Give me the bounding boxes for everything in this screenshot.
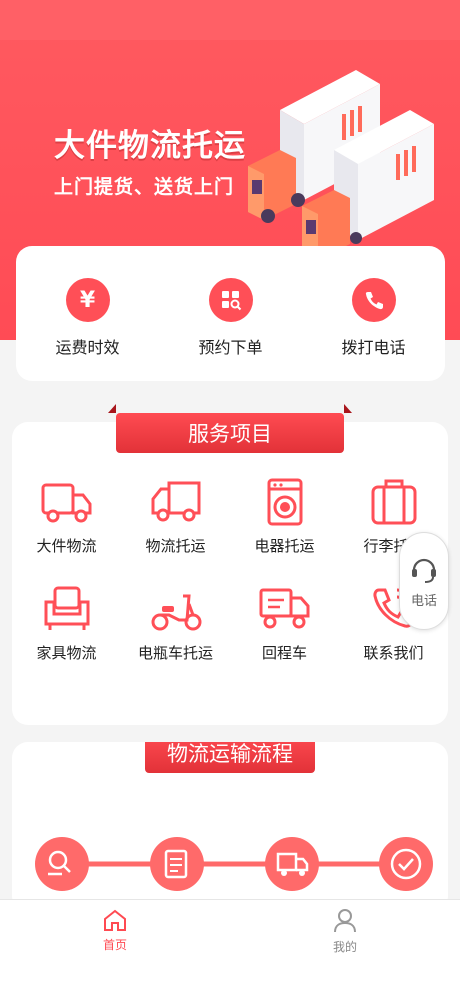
home-icon: [104, 909, 126, 931]
service-item-appliance[interactable]: 电器托运: [230, 477, 339, 556]
washing-machine-icon: [267, 478, 302, 526]
tab-home-label: 首页: [102, 938, 127, 952]
services-section: 服务项目 大件物流 物流托运 电器托运 行李托运 家具物流 电瓶车托运 回程车 …: [12, 404, 448, 725]
hero-subtitle: 上门提货、送货上门: [54, 176, 235, 198]
service-label: 电器托运: [254, 537, 315, 555]
quick-action-book-order[interactable]: 预约下单: [176, 278, 286, 381]
floating-call-button[interactable]: 电话: [399, 532, 449, 630]
yen-icon: ¥: [65, 278, 110, 322]
van-icon: [151, 481, 200, 522]
grid-search-icon: [208, 278, 253, 322]
service-item-freight[interactable]: 物流托运: [121, 477, 230, 556]
service-item-furniture[interactable]: 家具物流: [12, 584, 121, 663]
process-steps: [35, 837, 433, 891]
sofa-icon: [44, 586, 89, 630]
user-icon: [334, 909, 356, 933]
tab-mine-label: 我的: [332, 940, 357, 954]
quick-action-call[interactable]: 拨打电话: [319, 278, 429, 381]
tab-mine[interactable]: 我的: [230, 900, 460, 999]
quick-action-label: 拨打电话: [341, 338, 406, 357]
service-item-ebike[interactable]: 电瓶车托运: [121, 584, 230, 663]
services-title: 服务项目: [108, 404, 352, 453]
scooter-icon: [151, 594, 201, 631]
process-step-search: [35, 837, 89, 891]
service-label: 大件物流: [36, 537, 97, 555]
service-item-return-truck[interactable]: 回程车: [230, 584, 339, 663]
quick-action-label: 运费时效: [55, 338, 120, 357]
phone-icon: [351, 278, 396, 322]
hero-top-band: [0, 0, 460, 40]
process-step-complete: [379, 837, 433, 891]
tab-home[interactable]: 首页: [0, 900, 230, 999]
service-label: 电瓶车托运: [137, 644, 213, 662]
quick-action-freight-time[interactable]: ¥ 运费时效: [33, 278, 143, 381]
hero-title: 大件物流托运: [54, 128, 246, 164]
floating-call-label: 电话: [410, 593, 437, 609]
trucks-illustration: [248, 70, 434, 260]
service-label: 联系我们: [363, 644, 424, 662]
process-section: 物流运输流程: [12, 742, 448, 912]
truck-icon: [41, 483, 91, 523]
app-root: 大件物流托运 上门提货、送货上门 ¥ 运费时效 预约下单 拨打电话 服务项目 大…: [0, 0, 460, 999]
service-label: 家具物流: [36, 644, 97, 662]
return-truck-icon: [259, 588, 309, 629]
headset-icon: [412, 558, 436, 583]
bottom-tab-bar: 首页 我的: [0, 899, 460, 999]
services-grid: 大件物流 物流托运 电器托运 行李托运 家具物流 电瓶车托运 回程车 联系我们: [12, 477, 448, 663]
service-label: 物流托运: [145, 537, 206, 555]
quick-actions-card: ¥ 运费时效 预约下单 拨打电话: [16, 246, 445, 381]
quick-action-label: 预约下单: [198, 338, 263, 357]
service-label: 回程车: [261, 644, 307, 662]
service-item-large-logistics[interactable]: 大件物流: [12, 477, 121, 556]
process-title: 物流运输流程: [145, 742, 315, 773]
luggage-icon: [371, 479, 416, 525]
process-step-document: [150, 837, 204, 891]
process-step-delivery: [265, 837, 319, 891]
